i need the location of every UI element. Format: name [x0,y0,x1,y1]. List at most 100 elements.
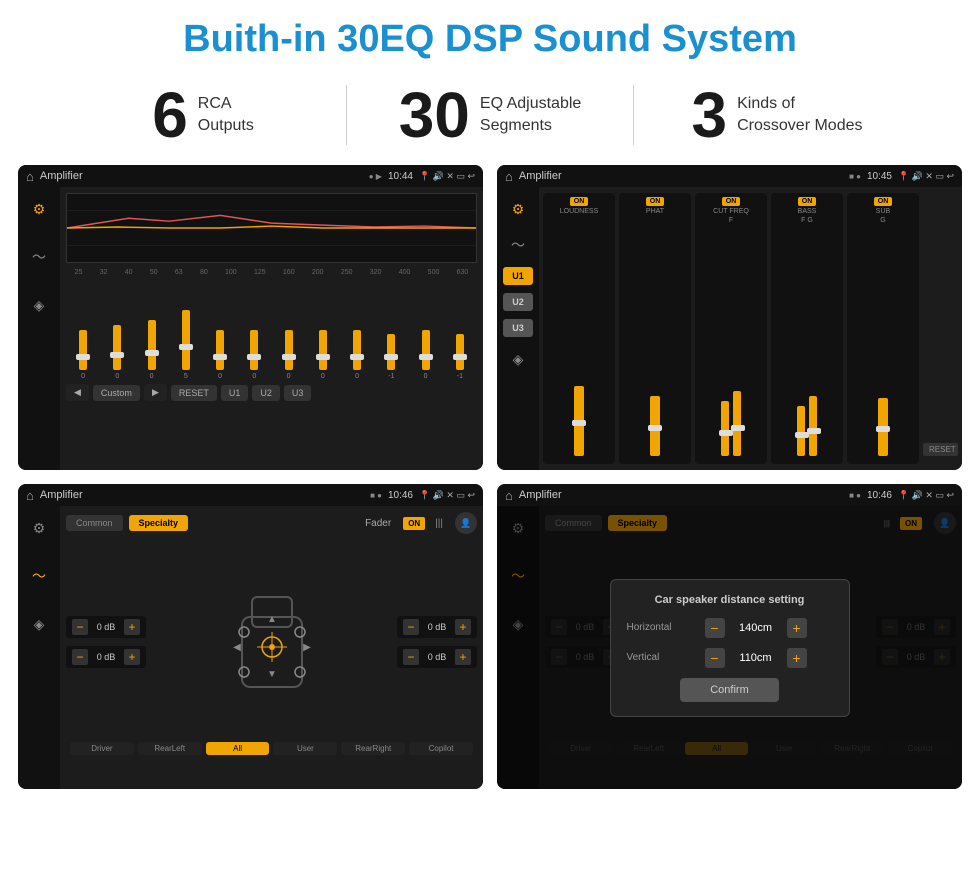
fader-tab-common[interactable]: Common [66,515,123,531]
fader-right-val-2: 0 dB [423,652,451,662]
cross-icon-3[interactable]: ◈ [504,345,532,373]
fader-right-minus-2[interactable]: − [403,649,419,665]
loudness-title: LOUDNESS [560,208,599,215]
fader-left-plus-1[interactable]: + [124,619,140,635]
fader-btn-all[interactable]: All [206,742,270,755]
dialog-screen-card: ⌂ Amplifier ■ ● 10:46 📍 🔊 ✕ ▭ ↩ ⚙ 〜 ◈ Co… [497,484,962,789]
eq-band-12[interactable]: -1 [456,280,464,380]
fader-home-icon[interactable]: ⌂ [26,488,34,503]
fader-left-plus-2[interactable]: + [124,649,140,665]
eq-home-icon[interactable]: ⌂ [26,169,34,184]
eq-main-area: 253240506380100125160200250320400500630 … [60,187,483,470]
cross-u1[interactable]: U1 [503,267,533,285]
cross-module-phat: ON PHAT [619,193,691,464]
eq-band-4[interactable]: 5 [182,280,190,380]
fader-tab-specialty[interactable]: Specialty [129,515,189,531]
eq-band-10[interactable]: -1 [387,280,395,380]
cross-module-cutfreq: ON CUT FREQ F [695,193,767,464]
cross-content: ⚙ 〜 U1 U2 U3 ◈ ON LOUDNESS ON [497,187,962,470]
dialog-vertical-minus[interactable]: − [705,648,725,668]
sub-slider[interactable] [850,226,916,460]
fader-icon-2[interactable]: 〜 [25,562,53,590]
eq-band-11[interactable]: 0 [422,280,430,380]
eq-title: Amplifier [40,170,363,182]
eq-band-3[interactable]: 0 [148,280,156,380]
fader-car-diagram: ▲ ▼ ◀ ▶ [154,542,389,742]
dialog-confirm-button[interactable]: Confirm [680,678,779,702]
fader-on-badge: ON [403,517,425,530]
fader-right-plus-2[interactable]: + [455,649,471,665]
eq-u2-btn[interactable]: U2 [252,385,280,401]
eq-time: 10:44 [388,171,413,182]
cross-u3[interactable]: U3 [503,319,533,337]
bass-slider[interactable] [774,226,840,460]
fader-screen-card: ⌂ Amplifier ■ ● 10:46 📍 🔊 ✕ ▭ ↩ ⚙ 〜 ◈ Co… [18,484,483,789]
fader-main-area: Common Specialty Fader ON ||| 👤 − 0 dB + [60,506,483,789]
fader-right-plus-1[interactable]: + [455,619,471,635]
svg-text:▶: ▶ [303,642,311,653]
dialog-box: Car speaker distance setting Horizontal … [610,579,850,717]
fader-btn-copilot[interactable]: Copilot [409,742,473,755]
stat-eq-number: 30 [399,83,470,147]
cross-status-icons: 📍 🔊 ✕ ▭ ↩ [898,171,954,182]
cross-home-icon[interactable]: ⌂ [505,169,513,184]
fader-left-minus-2[interactable]: − [72,649,88,665]
cross-icon-2[interactable]: 〜 [504,231,532,259]
dialog-horizontal-plus[interactable]: + [787,618,807,638]
eq-u1-btn[interactable]: U1 [221,385,249,401]
fader-right-db-1: − 0 dB + [397,616,477,638]
cutfreq-slider[interactable] [698,226,764,460]
eq-band-8[interactable]: 0 [319,280,327,380]
dialog-horizontal-minus[interactable]: − [705,618,725,638]
dialog-vertical-plus[interactable]: + [787,648,807,668]
loudness-slider[interactable] [546,217,612,460]
fader-bottom-row: Driver RearLeft All User RearRight Copil… [66,742,477,759]
fader-btn-rearright[interactable]: RearRight [341,742,405,755]
fader-status-icons: 📍 🔊 ✕ ▭ ↩ [419,490,475,501]
cross-status-bar: ⌂ Amplifier ■ ● 10:45 📍 🔊 ✕ ▭ ↩ [497,165,962,187]
cross-u2[interactable]: U2 [503,293,533,311]
fader-icon-3[interactable]: ◈ [25,610,53,638]
fader-sidebar: ⚙ 〜 ◈ [18,506,60,789]
phat-slider[interactable] [622,217,688,460]
fader-icon-1[interactable]: ⚙ [25,514,53,542]
fader-title: Amplifier [40,489,364,501]
eq-sidebar: ⚙ 〜 ◈ [18,187,60,470]
eq-icon-2[interactable]: 〜 [25,243,53,271]
eq-content: ⚙ 〜 ◈ [18,187,483,470]
svg-text:▼: ▼ [267,669,277,680]
dialog-horizontal-value: 140cm [731,622,781,634]
dialog-overlay: Car speaker distance setting Horizontal … [497,506,962,789]
cross-time: 10:45 [867,171,892,182]
eq-icon-1[interactable]: ⚙ [25,195,53,223]
eq-band-1[interactable]: 0 [79,280,87,380]
eq-band-6[interactable]: 0 [250,280,258,380]
eq-band-9[interactable]: 0 [353,280,361,380]
stat-eq-text: EQ AdjustableSegments [480,93,581,138]
dialog-home-icon[interactable]: ⌂ [505,488,513,503]
eq-reset-btn[interactable]: RESET [171,385,217,401]
fader-btn-user[interactable]: User [273,742,337,755]
eq-band-2[interactable]: 0 [113,280,121,380]
fader-btn-driver[interactable]: Driver [70,742,134,755]
eq-u3-btn[interactable]: U3 [284,385,312,401]
fader-left-minus-1[interactable]: − [72,619,88,635]
cross-icon-1[interactable]: ⚙ [504,195,532,223]
freq-labels: 253240506380100125160200250320400500630 [66,269,477,276]
eq-icon-3[interactable]: ◈ [25,291,53,319]
fader-left-db-1: − 0 dB + [66,616,146,638]
dialog-title-bar: Amplifier [519,489,843,501]
eq-prev-btn[interactable]: ◀ [66,384,89,401]
cross-title: Amplifier [519,170,843,182]
eq-band-7[interactable]: 0 [285,280,293,380]
eq-sliders: 0 0 0 5 0 0 0 0 0 -1 0 -1 [66,280,477,380]
cutfreq-title: CUT FREQ [713,208,749,215]
eq-next-btn[interactable]: ▶ [144,384,167,401]
cross-reset-btn[interactable]: RESET [923,443,958,456]
cross-main-area: ON LOUDNESS ON PHAT ON CUT [539,187,962,470]
fader-btn-rearleft[interactable]: RearLeft [138,742,202,755]
sub-title: SUB [876,208,890,215]
eq-band-5[interactable]: 0 [216,280,224,380]
fader-right-minus-1[interactable]: − [403,619,419,635]
eq-preset-label[interactable]: Custom [93,385,140,401]
